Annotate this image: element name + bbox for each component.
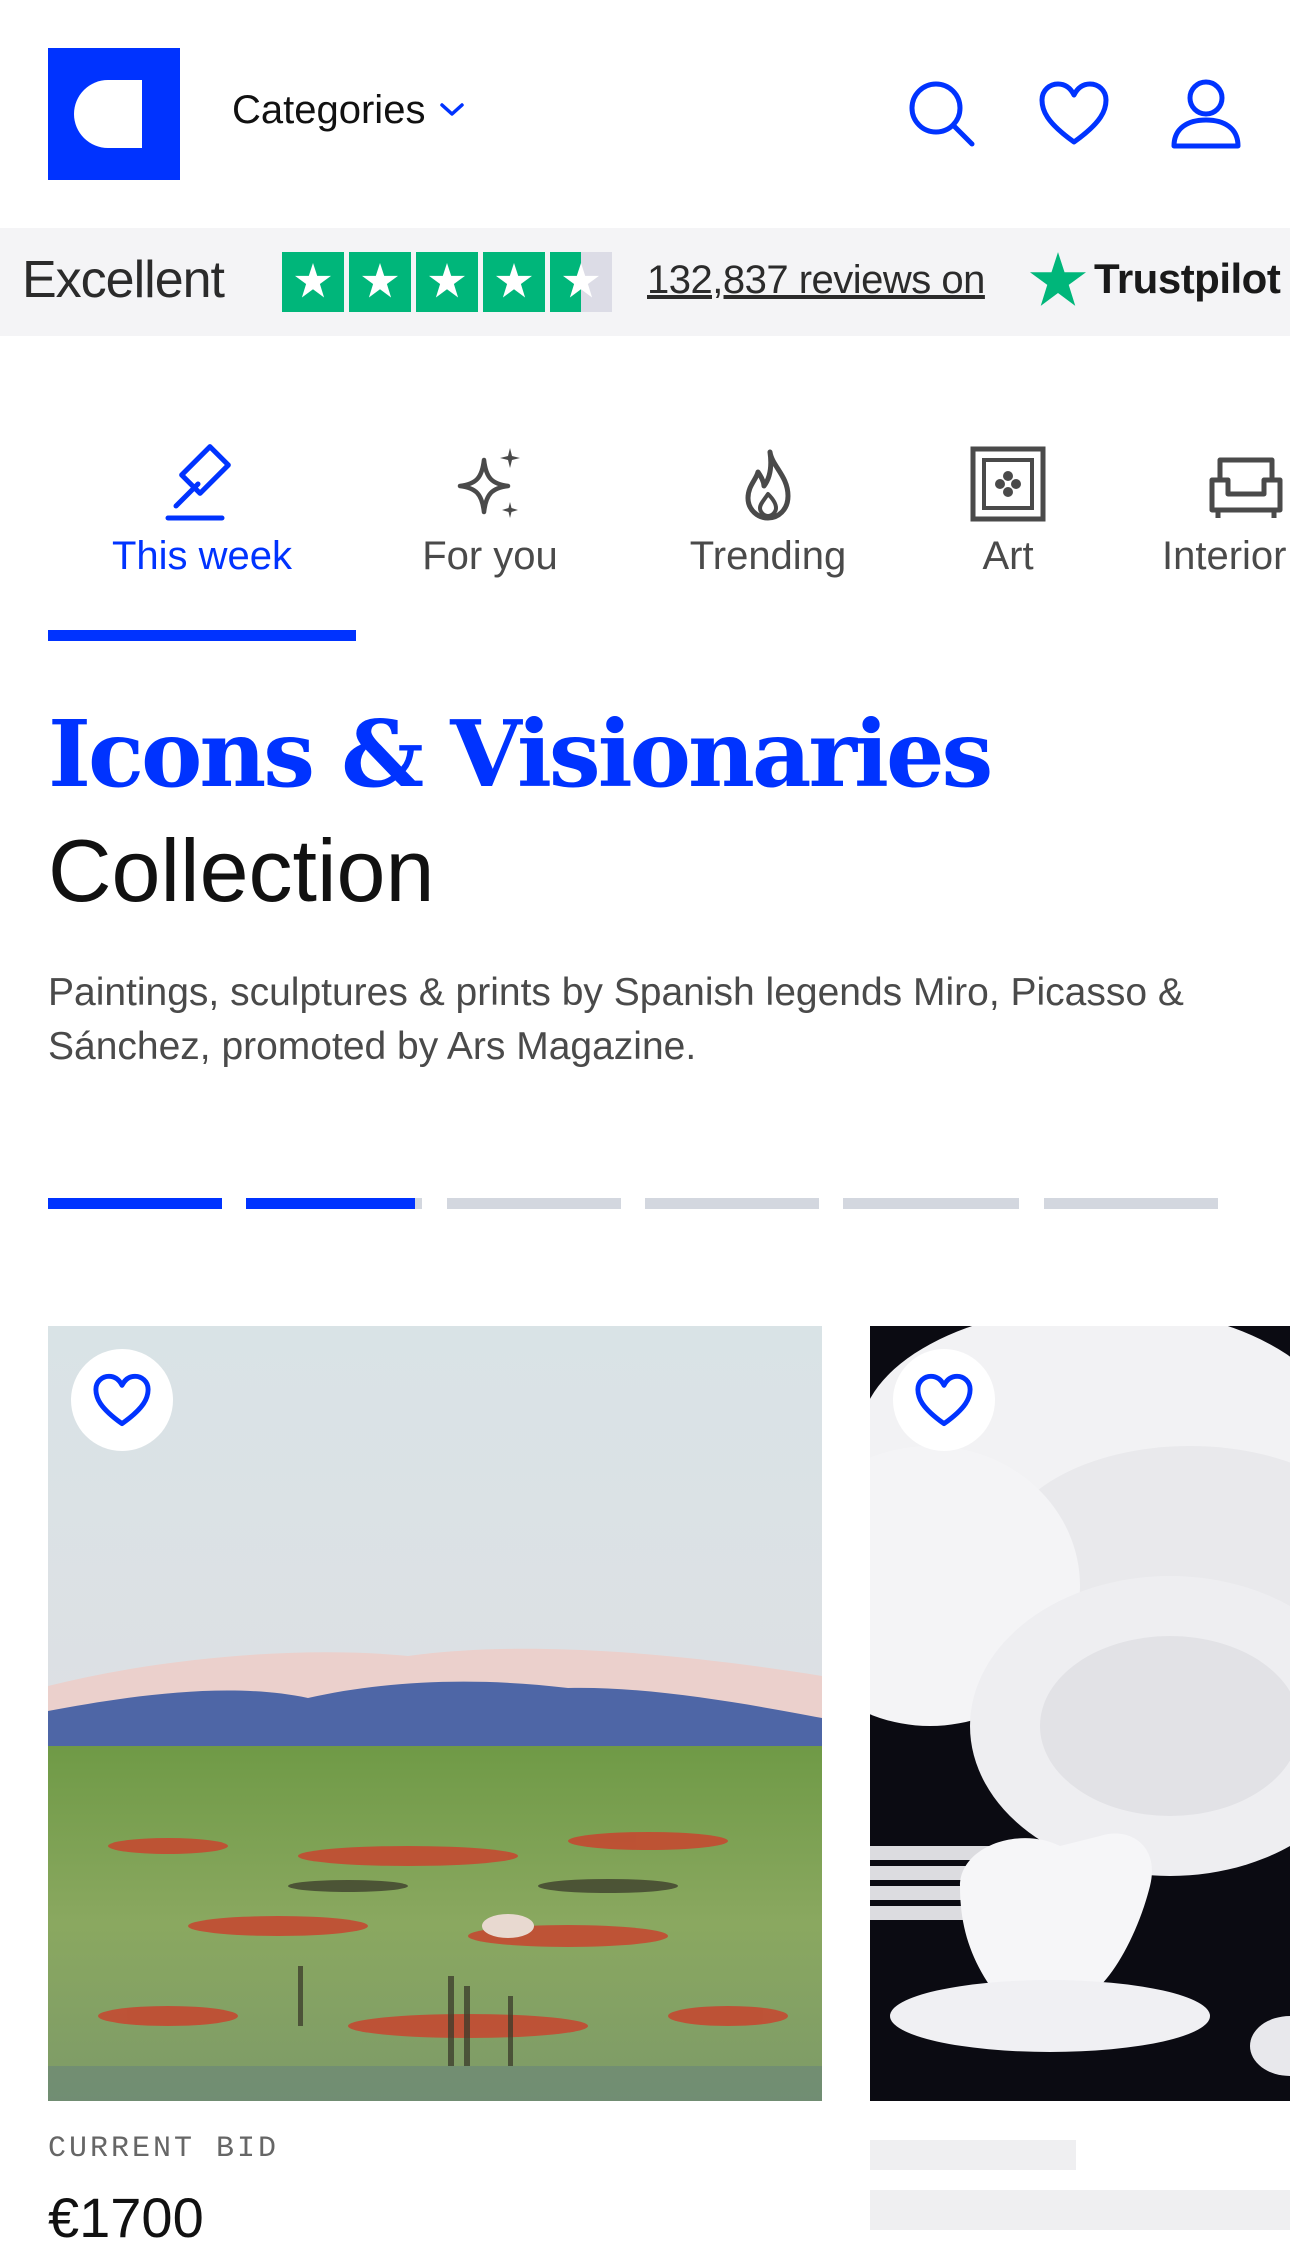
search-icon[interactable] [904,76,980,152]
carousel-segment[interactable] [48,1198,222,1209]
lot-image-porcelain[interactable] [870,1326,1290,2101]
trust-stars-rating [282,252,612,312]
carousel-segment[interactable] [843,1198,1019,1209]
collection-title-highlight: Icons & Visionaries [48,700,993,808]
flame-icon [745,449,791,521]
favorite-button[interactable] [893,1349,995,1451]
carousel-segment[interactable] [447,1198,621,1209]
sofa-icon [1209,457,1283,518]
trustpilot-bar[interactable]: Excellent 132,837 reviews on Trustpilot [0,228,1290,336]
star-icon [282,252,612,312]
sparkle-icon [457,448,520,518]
gavel-icon [165,444,231,521]
heart-icon [93,1373,151,1427]
tab-label: For you [422,534,558,578]
trust-reviews-link[interactable]: 132,837 reviews on [647,258,985,303]
trustpilot-brand: Trustpilot [1030,252,1281,306]
carousel-segment[interactable] [1044,1198,1218,1209]
tab-interior[interactable]: Interior [1162,440,1290,579]
carousel-segment[interactable] [246,1198,422,1209]
tab-this-week[interactable]: This week [48,440,356,579]
favorite-button[interactable] [71,1349,173,1451]
tab-label: Interior [1162,534,1287,578]
chevron-down-icon [440,103,465,116]
landscape-painting [48,1326,822,2101]
categories-label: Categories [232,87,426,132]
collection-title: Collection [48,821,435,920]
user-icon[interactable] [1168,76,1244,152]
brand-logo[interactable] [48,48,180,180]
loading-skeleton [870,2190,1290,2230]
loading-skeleton [870,2140,1076,2170]
heart-icon [915,1373,973,1427]
framed-art-icon [970,446,1046,522]
tab-trending[interactable]: Trending [668,440,868,579]
carousel-segment[interactable] [645,1198,819,1209]
collection-description: Paintings, sculptures & prints by Spanis… [48,971,1184,1068]
trustpilot-star-icon [1030,252,1086,306]
lot-image-painting[interactable] [48,1326,822,2101]
categories-menu[interactable]: Categories [232,84,465,136]
tab-label: This week [111,534,293,578]
tab-for-you[interactable]: For you [400,440,580,579]
current-bid-label: CURRENT BID [48,2132,280,2166]
trust-rating-label: Excellent [22,251,225,309]
heart-icon[interactable] [1036,76,1112,152]
tab-label: Art [982,534,1034,578]
current-bid-price: €1700 [48,2186,204,2249]
trustpilot-brand-name: Trustpilot [1094,255,1281,302]
active-tab-indicator [48,630,356,641]
tab-label: Trending [689,534,847,578]
tab-art[interactable]: Art [940,440,1076,579]
